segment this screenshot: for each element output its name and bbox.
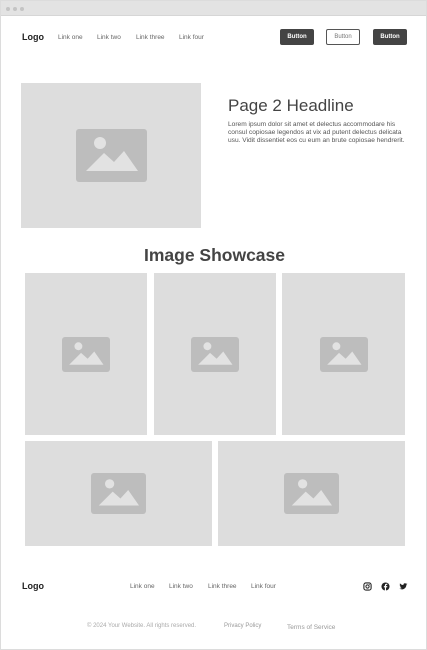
footer-copyright: © 2024 Your Website. All rights reserved… (87, 623, 197, 629)
showcase-image-4[interactable] (25, 441, 212, 546)
header-nav-link-three[interactable]: Link three (136, 34, 165, 41)
image-icon (91, 473, 146, 514)
footer-logo[interactable]: Logo (22, 581, 44, 591)
header-button-primary[interactable]: Button (280, 29, 314, 45)
window-maximize-dot[interactable] (20, 7, 24, 11)
footer-terms-link[interactable]: Terms of Service (287, 624, 335, 631)
header-nav-link-one[interactable]: Link one (58, 34, 83, 41)
image-icon (319, 336, 368, 372)
showcase-image-5[interactable] (218, 441, 405, 546)
hero-image-placeholder (21, 83, 201, 228)
showcase-title: Image Showcase (143, 245, 286, 265)
image-icon (191, 336, 239, 372)
window-minimize-dot[interactable] (13, 7, 17, 11)
browser-window: Logo Link one Link two Link three Link f… (0, 0, 427, 650)
instagram-icon[interactable] (363, 582, 372, 591)
image-icon (75, 129, 147, 182)
showcase-image-1[interactable] (25, 273, 147, 435)
showcase-image-2[interactable] (154, 273, 276, 435)
footer-nav-link-one[interactable]: Link one (130, 583, 155, 590)
header-nav-link-four[interactable]: Link four (179, 34, 204, 41)
image-icon (62, 336, 110, 372)
hero-headline: Page 2 Headline (228, 96, 354, 115)
header-logo[interactable]: Logo (22, 32, 44, 42)
twitter-icon[interactable] (399, 582, 408, 591)
footer-privacy-link[interactable]: Privacy Policy (224, 623, 261, 629)
image-icon (284, 473, 339, 514)
window-close-dot[interactable] (6, 7, 10, 11)
header-button-tertiary[interactable]: Button (373, 29, 407, 45)
footer-nav-link-two[interactable]: Link two (169, 583, 193, 590)
showcase-image-3[interactable] (282, 273, 405, 435)
header-button-secondary[interactable]: Button (326, 29, 360, 45)
facebook-icon[interactable] (381, 582, 390, 591)
hero-body-text: Lorem ipsum dolor sit amet et delectus a… (228, 121, 405, 144)
header-nav-link-two[interactable]: Link two (97, 34, 121, 41)
footer-nav-link-four[interactable]: Link four (251, 583, 276, 590)
window-titlebar (1, 1, 426, 16)
footer-nav-link-three[interactable]: Link three (208, 583, 237, 590)
